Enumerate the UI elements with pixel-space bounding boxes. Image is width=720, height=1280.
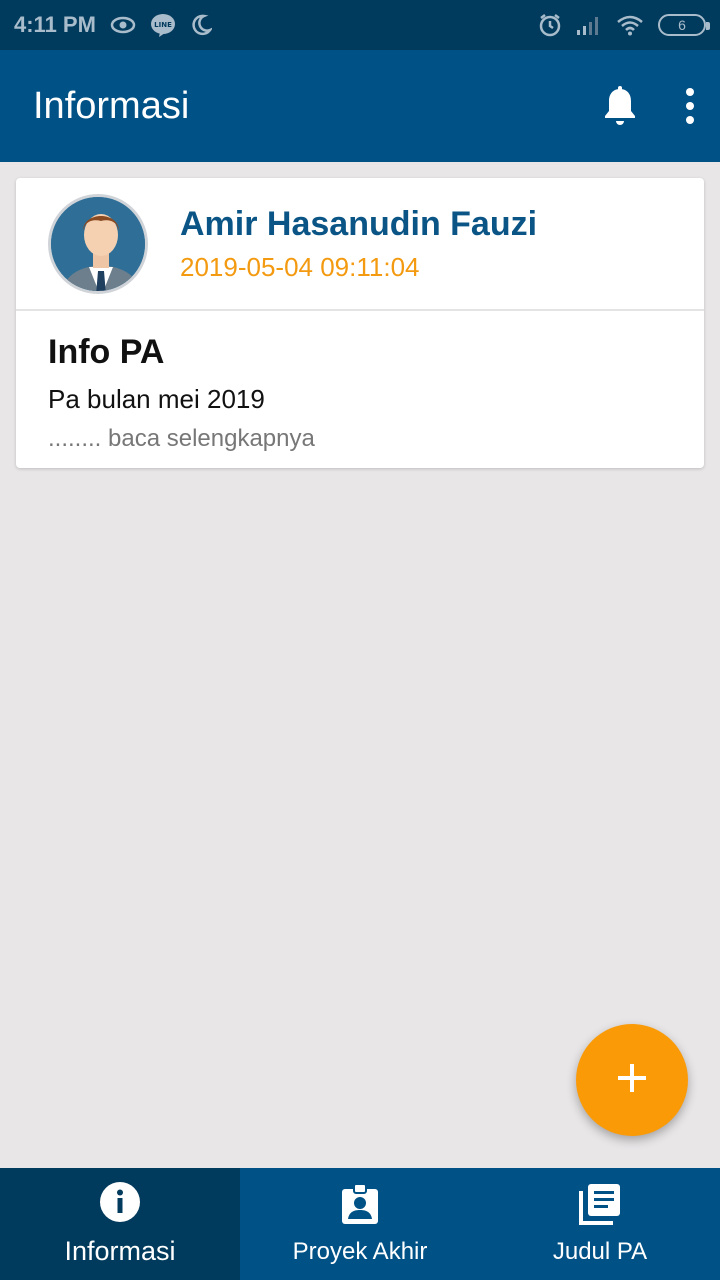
post-card-body: Info PA Pa bulan mei 2019 ........ baca …: [16, 311, 704, 453]
nav-item-judul-pa[interactable]: Judul PA: [480, 1168, 720, 1280]
plus-icon: [617, 1063, 647, 1098]
nav-label-informasi: Informasi: [64, 1236, 176, 1266]
battery-level: 6: [678, 17, 686, 33]
nav-label-proyek-akhir: Proyek Akhir: [292, 1237, 428, 1265]
info-icon: [99, 1181, 141, 1228]
wifi-icon: [616, 14, 644, 36]
library-books-icon: [579, 1183, 621, 1230]
post-text: Pa bulan mei 2019: [48, 384, 265, 414]
status-right: 6: [538, 13, 710, 37]
page-title: Informasi: [33, 84, 190, 127]
post-card-header: Amir Hasanudin Fauzi 2019-05-04 09:11:04: [16, 178, 704, 311]
eye-icon: [110, 15, 136, 35]
app-actions: [602, 86, 696, 126]
battery-icon: 6: [658, 14, 710, 36]
status-time: 4:11 PM: [14, 12, 96, 37]
avatar: [48, 193, 148, 294]
status-bar: 4:11 PM LINE 6: [0, 0, 720, 50]
moon-icon: [190, 14, 212, 36]
more-vert-icon[interactable]: [684, 88, 696, 124]
badge-icon: [341, 1182, 379, 1230]
author-name: Amir Hasanudin Fauzi: [180, 204, 538, 243]
app-bar: Informasi: [0, 50, 720, 162]
status-left: 4:11 PM LINE: [14, 12, 212, 38]
post-date: 2019-05-04 09:11:04: [180, 251, 420, 282]
line-app-icon: LINE: [150, 13, 176, 37]
svg-text:LINE: LINE: [154, 21, 172, 29]
nav-label-judul-pa: Judul PA: [552, 1237, 648, 1265]
post-title: Info PA: [48, 333, 165, 371]
bottom-nav: Informasi Proyek Akhir Judul PA: [0, 1168, 720, 1280]
signal-icon: [576, 14, 602, 36]
alarm-icon: [538, 13, 562, 37]
bell-icon[interactable]: [602, 86, 638, 126]
author-block: Amir Hasanudin Fauzi 2019-05-04 09:11:04: [180, 205, 537, 283]
add-button[interactable]: [576, 1024, 688, 1136]
read-more-link[interactable]: ........ baca selengkapnya: [48, 425, 672, 453]
nav-item-proyek-akhir[interactable]: Proyek Akhir: [240, 1168, 480, 1280]
nav-item-informasi[interactable]: Informasi: [0, 1168, 240, 1280]
post-card[interactable]: Amir Hasanudin Fauzi 2019-05-04 09:11:04…: [16, 178, 704, 468]
